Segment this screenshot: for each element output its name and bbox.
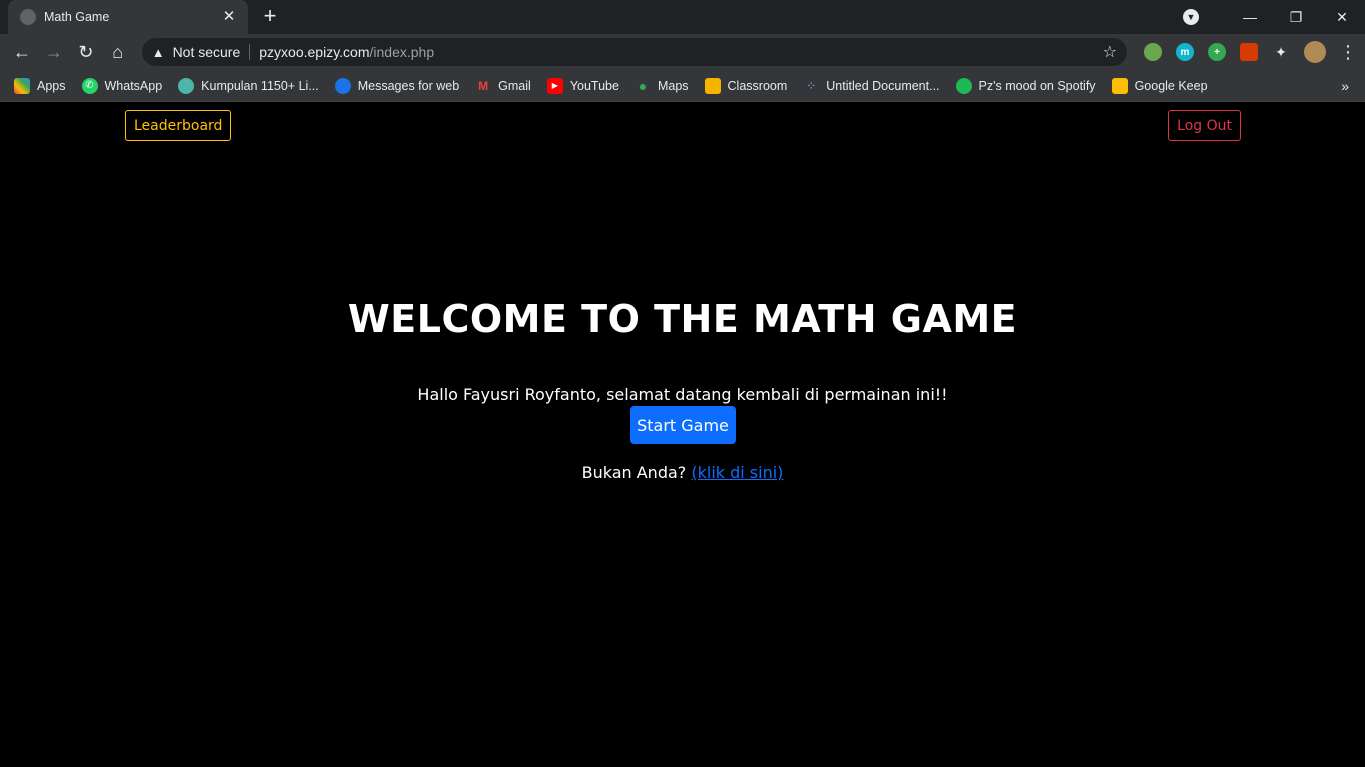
extensions-area: m + ✦ ⋮	[1137, 41, 1357, 63]
bookmark-label: Gmail	[498, 78, 531, 93]
bookmark-maps[interactable]: ● Maps	[635, 78, 689, 94]
bookmark-google-keep[interactable]: Google Keep	[1111, 77, 1208, 94]
warning-icon[interactable]: ▲	[152, 45, 165, 60]
bookmark-label: Maps	[657, 78, 689, 93]
bookmark-youtube[interactable]: ▶ YouTube	[546, 77, 619, 94]
browser-menu-icon[interactable]: ⋮	[1339, 42, 1357, 63]
not-you-text: Bukan Anda? (klik di sini)	[0, 463, 1365, 482]
bookmark-label: YouTube	[569, 78, 619, 93]
bookmark-untitled-document[interactable]: ⁘ Untitled Document...	[803, 78, 939, 94]
bookmark-label: Pz's mood on Spotify	[978, 78, 1096, 93]
gmail-icon: M	[478, 78, 489, 93]
bookmark-star-icon[interactable]: ☆	[1103, 42, 1117, 62]
restore-icon[interactable]: ❐	[1273, 0, 1319, 34]
document-icon: ⁘	[806, 78, 817, 93]
browser-toolbar: ← → ↻ ⌂ ▲ Not secure pzyxoo.epizy.com /i…	[0, 34, 1365, 70]
maps-icon: ●	[638, 77, 648, 94]
bookmark-gmail[interactable]: M Gmail	[475, 78, 531, 94]
address-bar[interactable]: ▲ Not secure pzyxoo.epizy.com /index.php…	[141, 38, 1127, 66]
tab-search-icon[interactable]: ▼	[1183, 9, 1199, 25]
tab-title: Math Game	[44, 10, 110, 24]
bookmark-label: WhatsApp	[104, 78, 163, 93]
bookmark-label: Apps	[37, 78, 66, 93]
browser-tab[interactable]: Math Game ✕	[8, 0, 248, 34]
bookmark-kumpulan[interactable]: Kumpulan 1150+ Li...	[178, 77, 319, 94]
spotify-icon	[955, 77, 972, 94]
forward-icon[interactable]: →	[40, 38, 68, 66]
reload-icon[interactable]: ↻	[72, 38, 100, 66]
globe-icon	[20, 9, 36, 25]
close-window-icon[interactable]: ✕	[1319, 0, 1365, 34]
more-bookmarks-icon[interactable]: »	[1341, 78, 1349, 94]
new-tab-button[interactable]: +	[259, 5, 281, 27]
back-icon[interactable]: ←	[8, 38, 36, 66]
profile-avatar[interactable]	[1304, 41, 1326, 63]
globe-icon	[178, 77, 195, 94]
start-game-button[interactable]: Start Game	[630, 406, 736, 444]
page-title: WELCOME TO THE MATH GAME	[347, 297, 1018, 341]
home-icon[interactable]: ⌂	[104, 38, 132, 66]
window-controls: ▼ — ❐ ✕	[1183, 0, 1365, 34]
bookmark-label: Classroom	[727, 78, 788, 93]
bookmark-label: Google Keep	[1134, 78, 1208, 93]
bookmark-whatsapp[interactable]: ✆ WhatsApp	[81, 77, 163, 94]
not-you-prefix: Bukan Anda?	[581, 463, 687, 482]
bookmark-classroom[interactable]: Classroom	[704, 77, 788, 94]
page-content: Leaderboard Log Out WELCOME TO THE MATH …	[0, 102, 1365, 767]
apps-grid-icon	[14, 77, 30, 94]
bookmark-label: Kumpulan 1150+ Li...	[201, 78, 319, 93]
bookmark-label: Messages for web	[357, 78, 460, 93]
security-label[interactable]: Not secure	[173, 44, 241, 60]
messages-icon	[334, 77, 351, 94]
logout-button[interactable]: Log Out	[1168, 110, 1241, 141]
browser-titlebar: Math Game ✕ + ▼ — ❐ ✕	[0, 0, 1365, 34]
whatsapp-icon: ✆	[81, 77, 98, 94]
bookmark-apps[interactable]: Apps	[14, 77, 66, 94]
bookmark-messages[interactable]: Messages for web	[334, 77, 460, 94]
extensions-puzzle-icon[interactable]: ✦	[1272, 43, 1290, 61]
close-tab-icon[interactable]: ✕	[220, 8, 238, 26]
minimize-icon[interactable]: —	[1227, 0, 1273, 34]
keep-icon	[1111, 77, 1128, 94]
extension-m-icon[interactable]: m	[1176, 43, 1194, 61]
classroom-icon	[704, 77, 721, 94]
url-host[interactable]: pzyxoo.epizy.com	[259, 44, 369, 60]
bookmark-spotify[interactable]: Pz's mood on Spotify	[955, 77, 1096, 94]
bookmarks-bar: Apps ✆ WhatsApp Kumpulan 1150+ Li... Mes…	[0, 70, 1365, 102]
not-you-link[interactable]: (klik di sini)	[691, 463, 783, 482]
youtube-icon: ▶	[546, 77, 563, 94]
divider	[249, 44, 251, 60]
extension-plus-icon[interactable]: +	[1208, 43, 1226, 61]
url-path[interactable]: /index.php	[370, 44, 435, 60]
leaderboard-button[interactable]: Leaderboard	[125, 110, 232, 141]
greeting-text: Hallo Fayusri Royfanto, selamat datang k…	[417, 385, 948, 404]
office-icon[interactable]	[1240, 43, 1258, 61]
bookmark-label: Untitled Document...	[826, 78, 940, 93]
extension-globe-icon[interactable]	[1144, 43, 1162, 61]
